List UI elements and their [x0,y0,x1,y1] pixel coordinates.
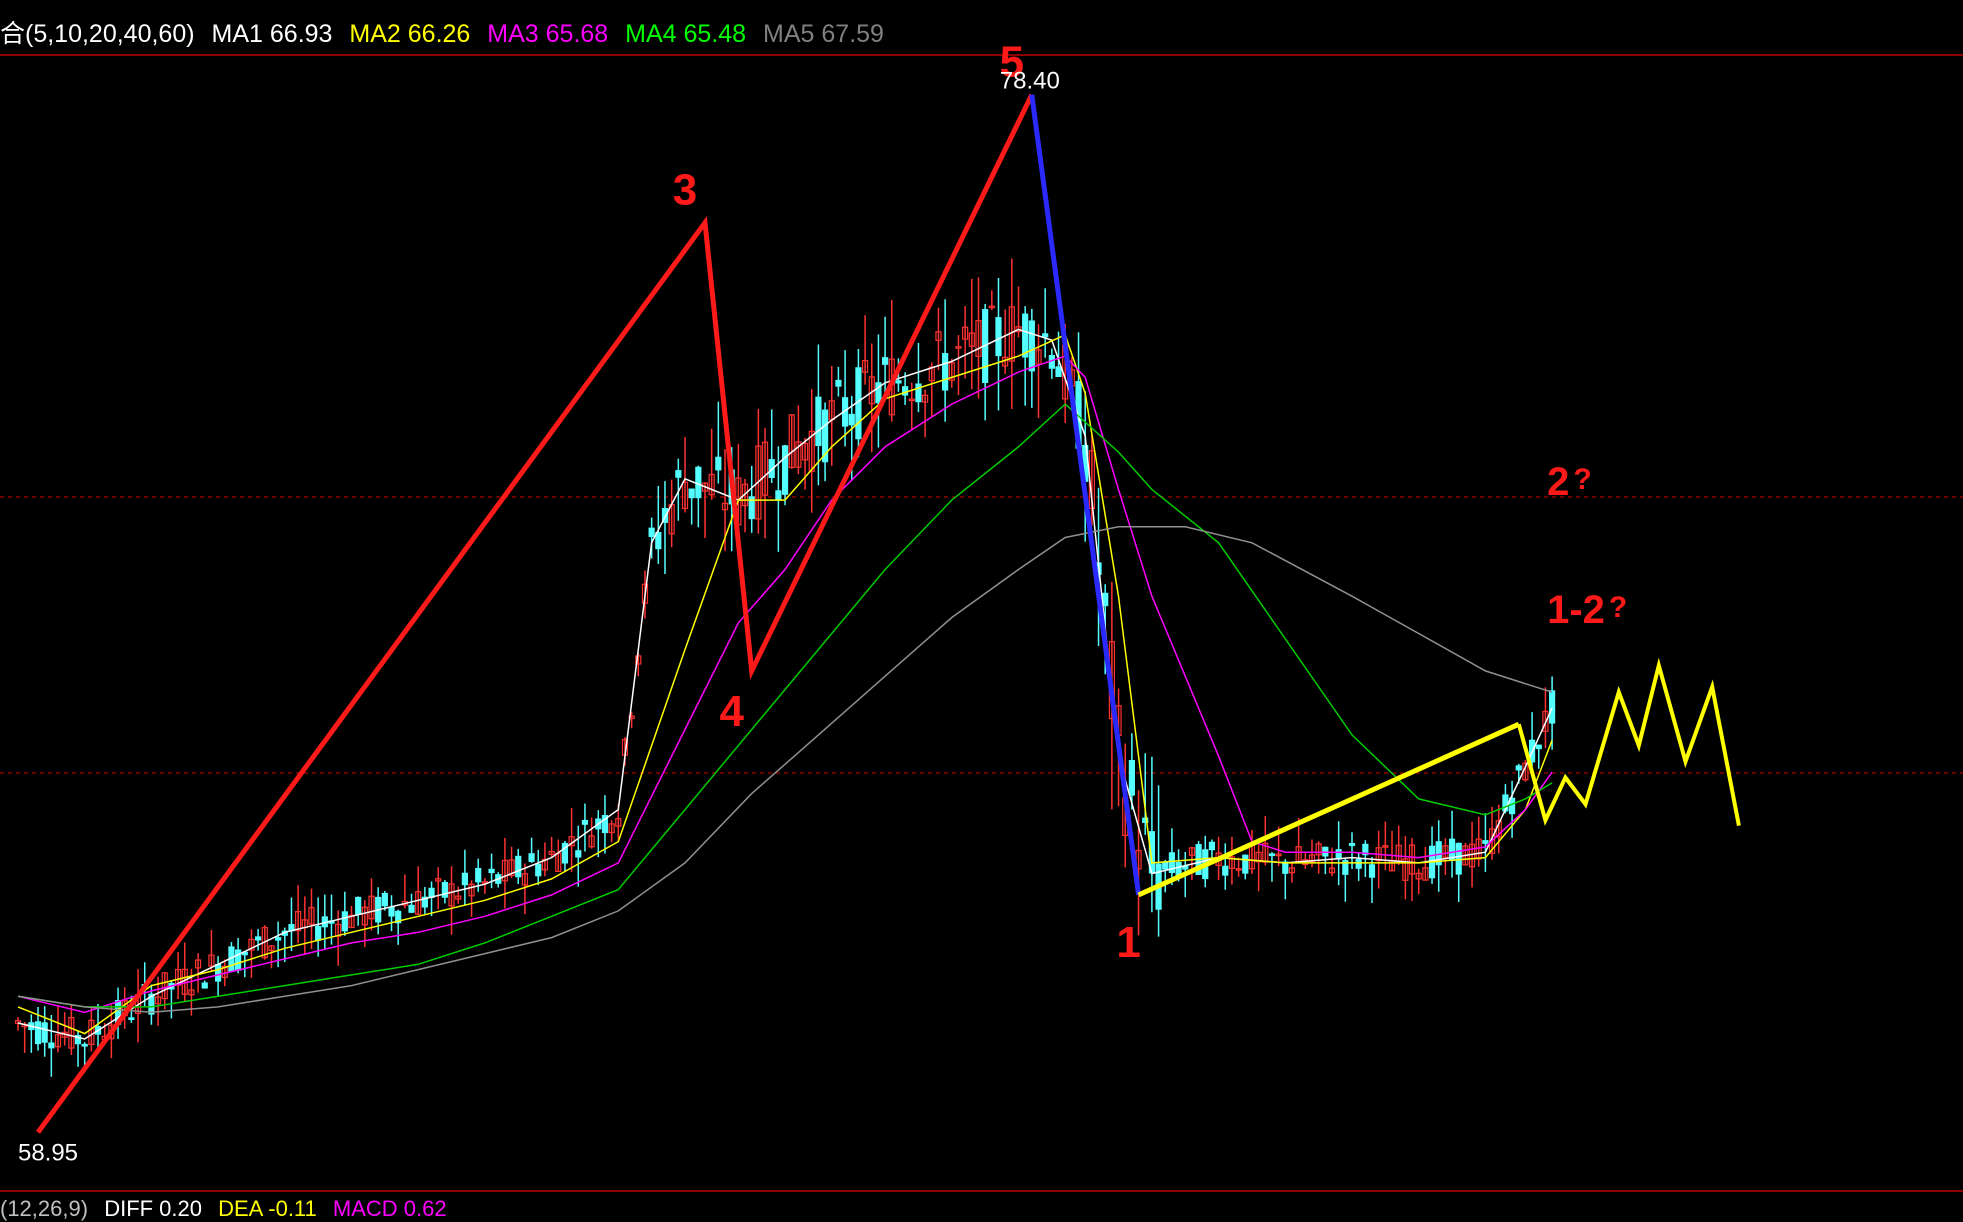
candle-body [34,1021,42,1045]
candle-body [488,868,495,874]
price-label: 58.95 [18,1139,78,1166]
candle-body [942,353,949,391]
candle-body [655,532,662,550]
candle-body [341,911,348,932]
candle-body [715,456,722,471]
candle-body [535,863,542,877]
candle-body [1348,843,1356,847]
candle-body [515,855,522,878]
grid-lines [0,54,1963,1192]
candle-body [1162,862,1169,870]
candle-body [1515,765,1522,771]
candle-body [201,982,208,989]
candle-body [408,904,415,913]
candle-body [1455,842,1462,875]
candlestick-chart: 345178.4058.952 ?1-2? [0,38,1963,1192]
chart-labels: 345178.4058.952 ?1-2? [18,38,1627,1167]
wave-label-4: 4 [719,687,744,736]
candle-body [675,470,682,478]
candle-body [461,872,468,886]
candle-body [1355,859,1362,869]
candle-body [355,896,362,915]
annotation-label: 1-2? [1547,588,1627,632]
candle-body [695,466,702,499]
wave-line [1029,94,1142,896]
candle-body [1022,313,1029,358]
price-label: 78.40 [1000,68,1060,95]
candle-body [1042,333,1049,338]
candle-body [581,819,589,825]
candle-body [835,379,842,387]
macd-params: (12,26,9) [0,1196,89,1221]
candle-body [1535,744,1542,750]
candles [14,258,1556,1077]
dea-legend: DEA -0.11 [218,1196,317,1221]
candle-body [1128,760,1135,796]
candle-body [848,413,855,426]
candle-body [1482,840,1489,844]
diff-legend: DIFF 0.20 [104,1196,202,1221]
candle-body [1335,849,1342,860]
candle-body [1548,690,1556,724]
candle-body [81,1043,88,1047]
candle-body [1102,592,1109,607]
wave-lines [35,93,1741,1134]
candle-body [475,868,482,883]
candle-body [528,853,535,862]
moving-average-lines [17,328,1553,1040]
candle-body [1242,854,1249,874]
ma1-line [17,328,1553,1040]
candle-body [895,380,902,384]
candle-body [128,1017,135,1020]
wave-label-1: 1 [1116,918,1140,967]
candle-body [915,383,922,403]
candle-body [255,936,262,941]
candle-body [1268,853,1276,857]
macd-legend: (12,26,9) DIFF 0.20 DEA -0.11 MACD 0.62 [0,1196,457,1222]
candle-body [1055,366,1062,378]
candle-body [275,937,282,941]
candle-body [775,490,782,501]
candle-body [48,1042,55,1049]
candle-body [1208,841,1216,851]
candle-body [575,850,582,858]
candle-body [388,906,395,917]
candle-body [1282,861,1289,874]
candle-body [1028,320,1035,372]
candle-body [902,386,909,396]
candle-body [688,488,695,499]
macd-value-legend: MACD 0.62 [332,1196,447,1221]
candle-body [215,963,222,982]
candle-body [781,445,789,495]
candle-body [41,1022,48,1043]
candle-body [315,925,322,941]
wave-label-3: 3 [673,166,697,215]
candle-body [881,357,889,365]
ma2-line [17,333,1553,1035]
candle-body [1222,865,1229,876]
candle-body [815,396,822,447]
candle-body [648,527,655,537]
candle-body [1368,864,1376,878]
candle-body [381,892,388,907]
candle-body [995,317,1002,357]
